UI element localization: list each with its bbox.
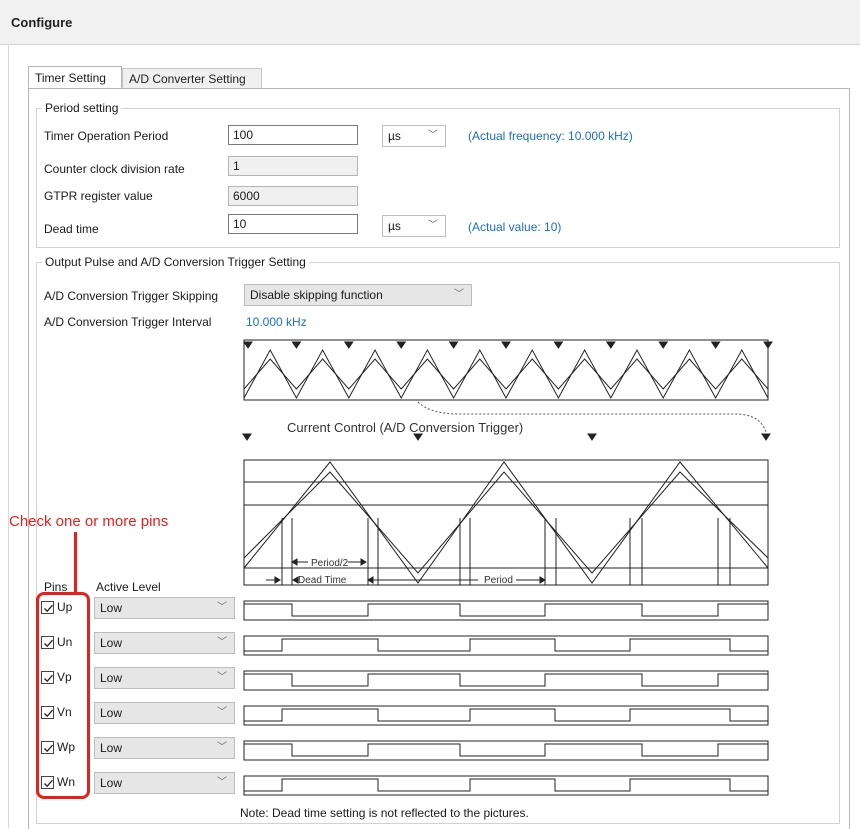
active-level-value: Low [100,776,123,790]
skipping-select-value: Disable skipping function [250,288,383,302]
timer-period-label: Timer Operation Period [44,129,169,143]
active-level-value: Low [100,671,123,685]
dead-time-unit-value: µs [388,219,401,233]
chevron-down-icon: ﹀ [428,220,438,231]
chevron-down-icon: ﹀ [217,637,227,648]
title-bar: Configure [0,0,860,45]
skipping-label: A/D Conversion Trigger Skipping [44,289,219,303]
active-level-value: Low [100,706,123,720]
skipping-select[interactable]: Disable skipping function ﹀ [244,284,472,306]
division-rate-field: 1 [228,156,358,176]
chevron-down-icon: ﹀ [217,707,227,718]
tab-timer-setting[interactable]: Timer Setting [28,66,122,88]
interval-label: A/D Conversion Trigger Interval [44,315,212,329]
gtpr-field: 6000 [228,186,358,206]
output-pulse-label: Output Pulse and A/D Conversion Trigger … [42,255,309,269]
actual-frequency-text: (Actual frequency: 10.000 kHz) [468,129,633,143]
annotation-box [36,592,90,799]
timer-period-input[interactable]: 100 [228,125,358,145]
window-title: Configure [11,15,73,30]
active-level-value: Low [100,636,123,650]
division-rate-label: Counter clock division rate [44,162,185,176]
tab-ad-converter-setting[interactable]: A/D Converter Setting [122,68,262,88]
active-level-value: Low [100,741,123,755]
chevron-down-icon: ﹀ [217,602,227,613]
annotation-pointer [74,532,77,593]
period-setting-label: Period setting [42,101,122,115]
active-level-header: Active Level [96,580,161,594]
interval-value: 10.000 kHz [246,315,307,329]
active-level-select-vp[interactable]: Low ﹀ [94,667,235,689]
active-level-select-up[interactable]: Low ﹀ [94,597,235,619]
dead-time-input[interactable]: 10 [228,214,358,234]
left-divider [8,44,9,828]
chevron-down-icon: ﹀ [217,777,227,788]
dead-time-note: Note: Dead time setting is not reflected… [240,806,529,820]
active-level-select-un[interactable]: Low ﹀ [94,632,235,654]
actual-dead-time-text: (Actual value: 10) [468,220,562,234]
timer-period-unit-value: µs [388,129,401,143]
active-level-select-wp[interactable]: Low ﹀ [94,737,235,759]
timer-period-unit-select[interactable]: µs ﹀ [382,125,446,147]
active-level-select-wn[interactable]: Low ﹀ [94,772,235,794]
dead-time-label: Dead time [44,222,99,236]
gtpr-label: GTPR register value [44,189,153,203]
dead-time-unit-select[interactable]: µs ﹀ [382,215,446,237]
active-level-select-vn[interactable]: Low ﹀ [94,702,235,724]
chevron-down-icon: ﹀ [428,130,438,141]
annotation-label: Check one or more pins [9,513,169,530]
active-level-value: Low [100,601,123,615]
chevron-down-icon: ﹀ [217,672,227,683]
chevron-down-icon: ﹀ [217,742,227,753]
chevron-down-icon: ﹀ [454,289,464,300]
